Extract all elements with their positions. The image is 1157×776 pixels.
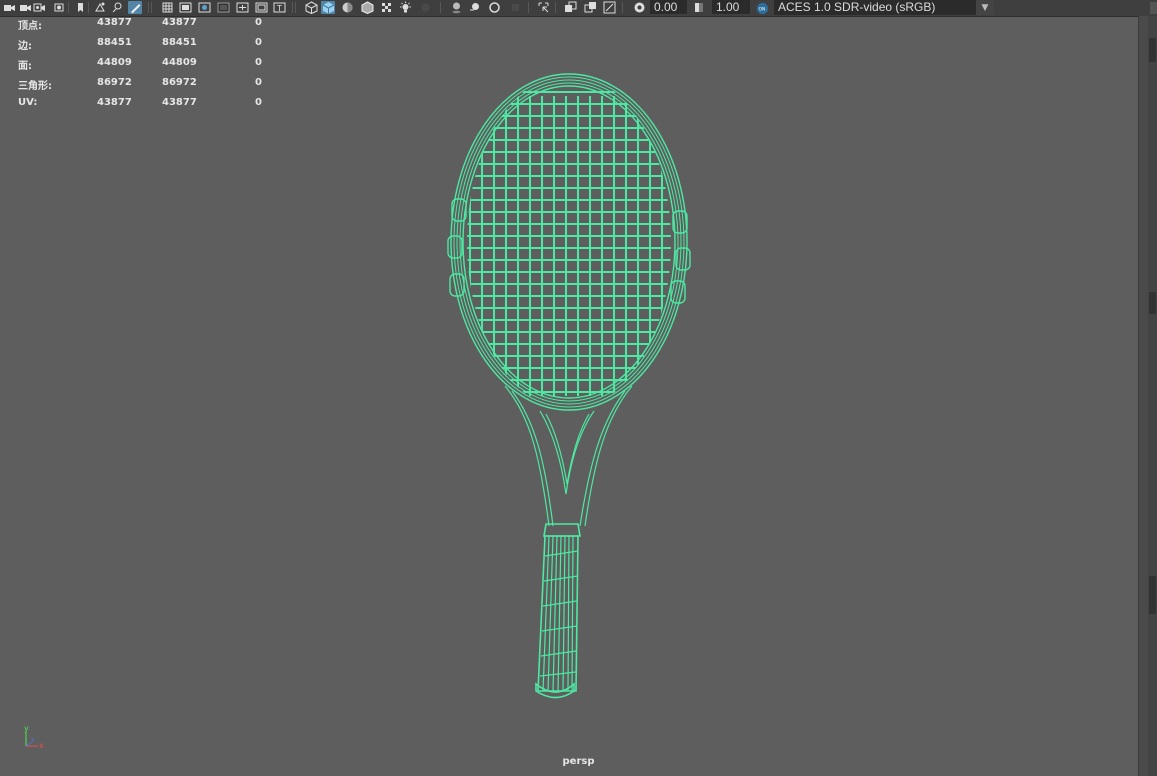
grease-pencil-icon[interactable] <box>128 1 142 14</box>
maya-viewport-window: T 0.00 1.00 ON ACES 1.0 SDR-video (sRGB)… <box>0 0 1157 776</box>
hud-value: 43877 <box>162 97 197 108</box>
view-axis-gizmo: y x z <box>18 724 48 756</box>
hud-value: 0 <box>255 97 262 108</box>
safe-title-icon[interactable]: T <box>272 1 286 14</box>
xray-active-components-icon[interactable] <box>583 1 597 14</box>
xray-icon[interactable] <box>563 1 577 14</box>
svg-text:T: T <box>276 4 282 13</box>
wireframe-icon[interactable] <box>304 1 318 14</box>
bookmark-icon[interactable] <box>73 1 87 14</box>
camera-panel-label: persp <box>562 756 595 767</box>
scroll-thumb[interactable] <box>1149 38 1156 62</box>
gate-mask-icon[interactable] <box>216 1 230 14</box>
hud-value: 43877 <box>97 17 132 28</box>
hud-value: 44809 <box>97 57 132 68</box>
depth-of-field-icon[interactable] <box>508 1 522 14</box>
2d-pan-zoom-icon[interactable] <box>110 1 124 14</box>
select-camera-icon[interactable] <box>2 1 16 14</box>
racket-grommets <box>447 198 691 304</box>
film-gate-icon[interactable] <box>178 1 192 14</box>
default-material-icon[interactable] <box>340 1 354 14</box>
hud-value: 88451 <box>97 37 132 48</box>
hud-label: UV: <box>18 97 38 108</box>
panel-handle[interactable] <box>1149 576 1156 614</box>
gamma-icon[interactable] <box>692 1 706 14</box>
viewport-canvas[interactable] <box>0 16 1138 776</box>
safe-action-icon[interactable] <box>254 1 268 14</box>
hud-value: 43877 <box>162 17 197 28</box>
axis-x-label: x <box>39 741 44 750</box>
image-plane-icon[interactable] <box>93 1 107 14</box>
panel-handle[interactable] <box>1149 292 1156 314</box>
hud-value: 86972 <box>162 77 197 88</box>
hud-value: 0 <box>255 77 262 88</box>
camera-attributes-icon[interactable] <box>32 1 46 14</box>
racket-frame-outer <box>450 73 688 411</box>
camera-icon[interactable] <box>18 1 32 14</box>
hud-label: 面: <box>18 61 32 72</box>
hud-value: 44809 <box>162 57 197 68</box>
hud-label: 边: <box>18 41 32 52</box>
exposure-icon[interactable] <box>632 1 646 14</box>
viewport-toolbar: T 0.00 1.00 ON ACES 1.0 SDR-video (sRGB)… <box>0 0 1157 17</box>
lights-icon[interactable] <box>398 1 412 14</box>
texture-icon[interactable] <box>379 1 393 14</box>
side-panel-scrollbar[interactable] <box>1148 16 1157 776</box>
xray-joints-icon[interactable] <box>602 1 616 14</box>
camera-lock-icon[interactable] <box>52 1 66 14</box>
hud-label: 三角形: <box>18 81 52 92</box>
isolate-select-icon[interactable] <box>536 1 550 14</box>
resolution-gate-icon[interactable] <box>197 1 211 14</box>
anti-aliasing-icon[interactable] <box>487 1 501 14</box>
axis-y-label: y <box>24 724 29 733</box>
wireframe-on-shaded-icon[interactable] <box>360 1 374 14</box>
color-management-icon[interactable]: ON <box>755 1 770 15</box>
color-space-dropdown[interactable]: ACES 1.0 SDR-video (sRGB) <box>774 0 976 15</box>
motion-blur-icon[interactable] <box>468 1 482 14</box>
gamma-field[interactable]: 1.00 <box>712 0 750 14</box>
panel-divider <box>1150 2 1157 14</box>
screen-space-ao-icon[interactable] <box>449 1 463 14</box>
hud-value: 43877 <box>97 97 132 108</box>
chevron-down-icon[interactable]: ▼ <box>976 0 994 15</box>
hud-value: 0 <box>255 57 262 68</box>
shadows-icon[interactable] <box>418 1 432 14</box>
racket-handle <box>535 523 581 699</box>
grid-toggle-icon[interactable] <box>160 1 174 14</box>
svg-text:ON: ON <box>759 6 766 12</box>
smooth-shade-icon[interactable] <box>321 1 335 14</box>
axis-z-label: z <box>31 737 35 744</box>
hud-value: 86972 <box>97 77 132 88</box>
field-chart-icon[interactable] <box>235 1 249 14</box>
exposure-field[interactable]: 0.00 <box>650 0 687 14</box>
hud-value: 88451 <box>162 37 197 48</box>
hud-value: 0 <box>255 37 262 48</box>
hud-label: 顶点: <box>18 21 42 32</box>
hud-value: 0 <box>255 17 262 28</box>
